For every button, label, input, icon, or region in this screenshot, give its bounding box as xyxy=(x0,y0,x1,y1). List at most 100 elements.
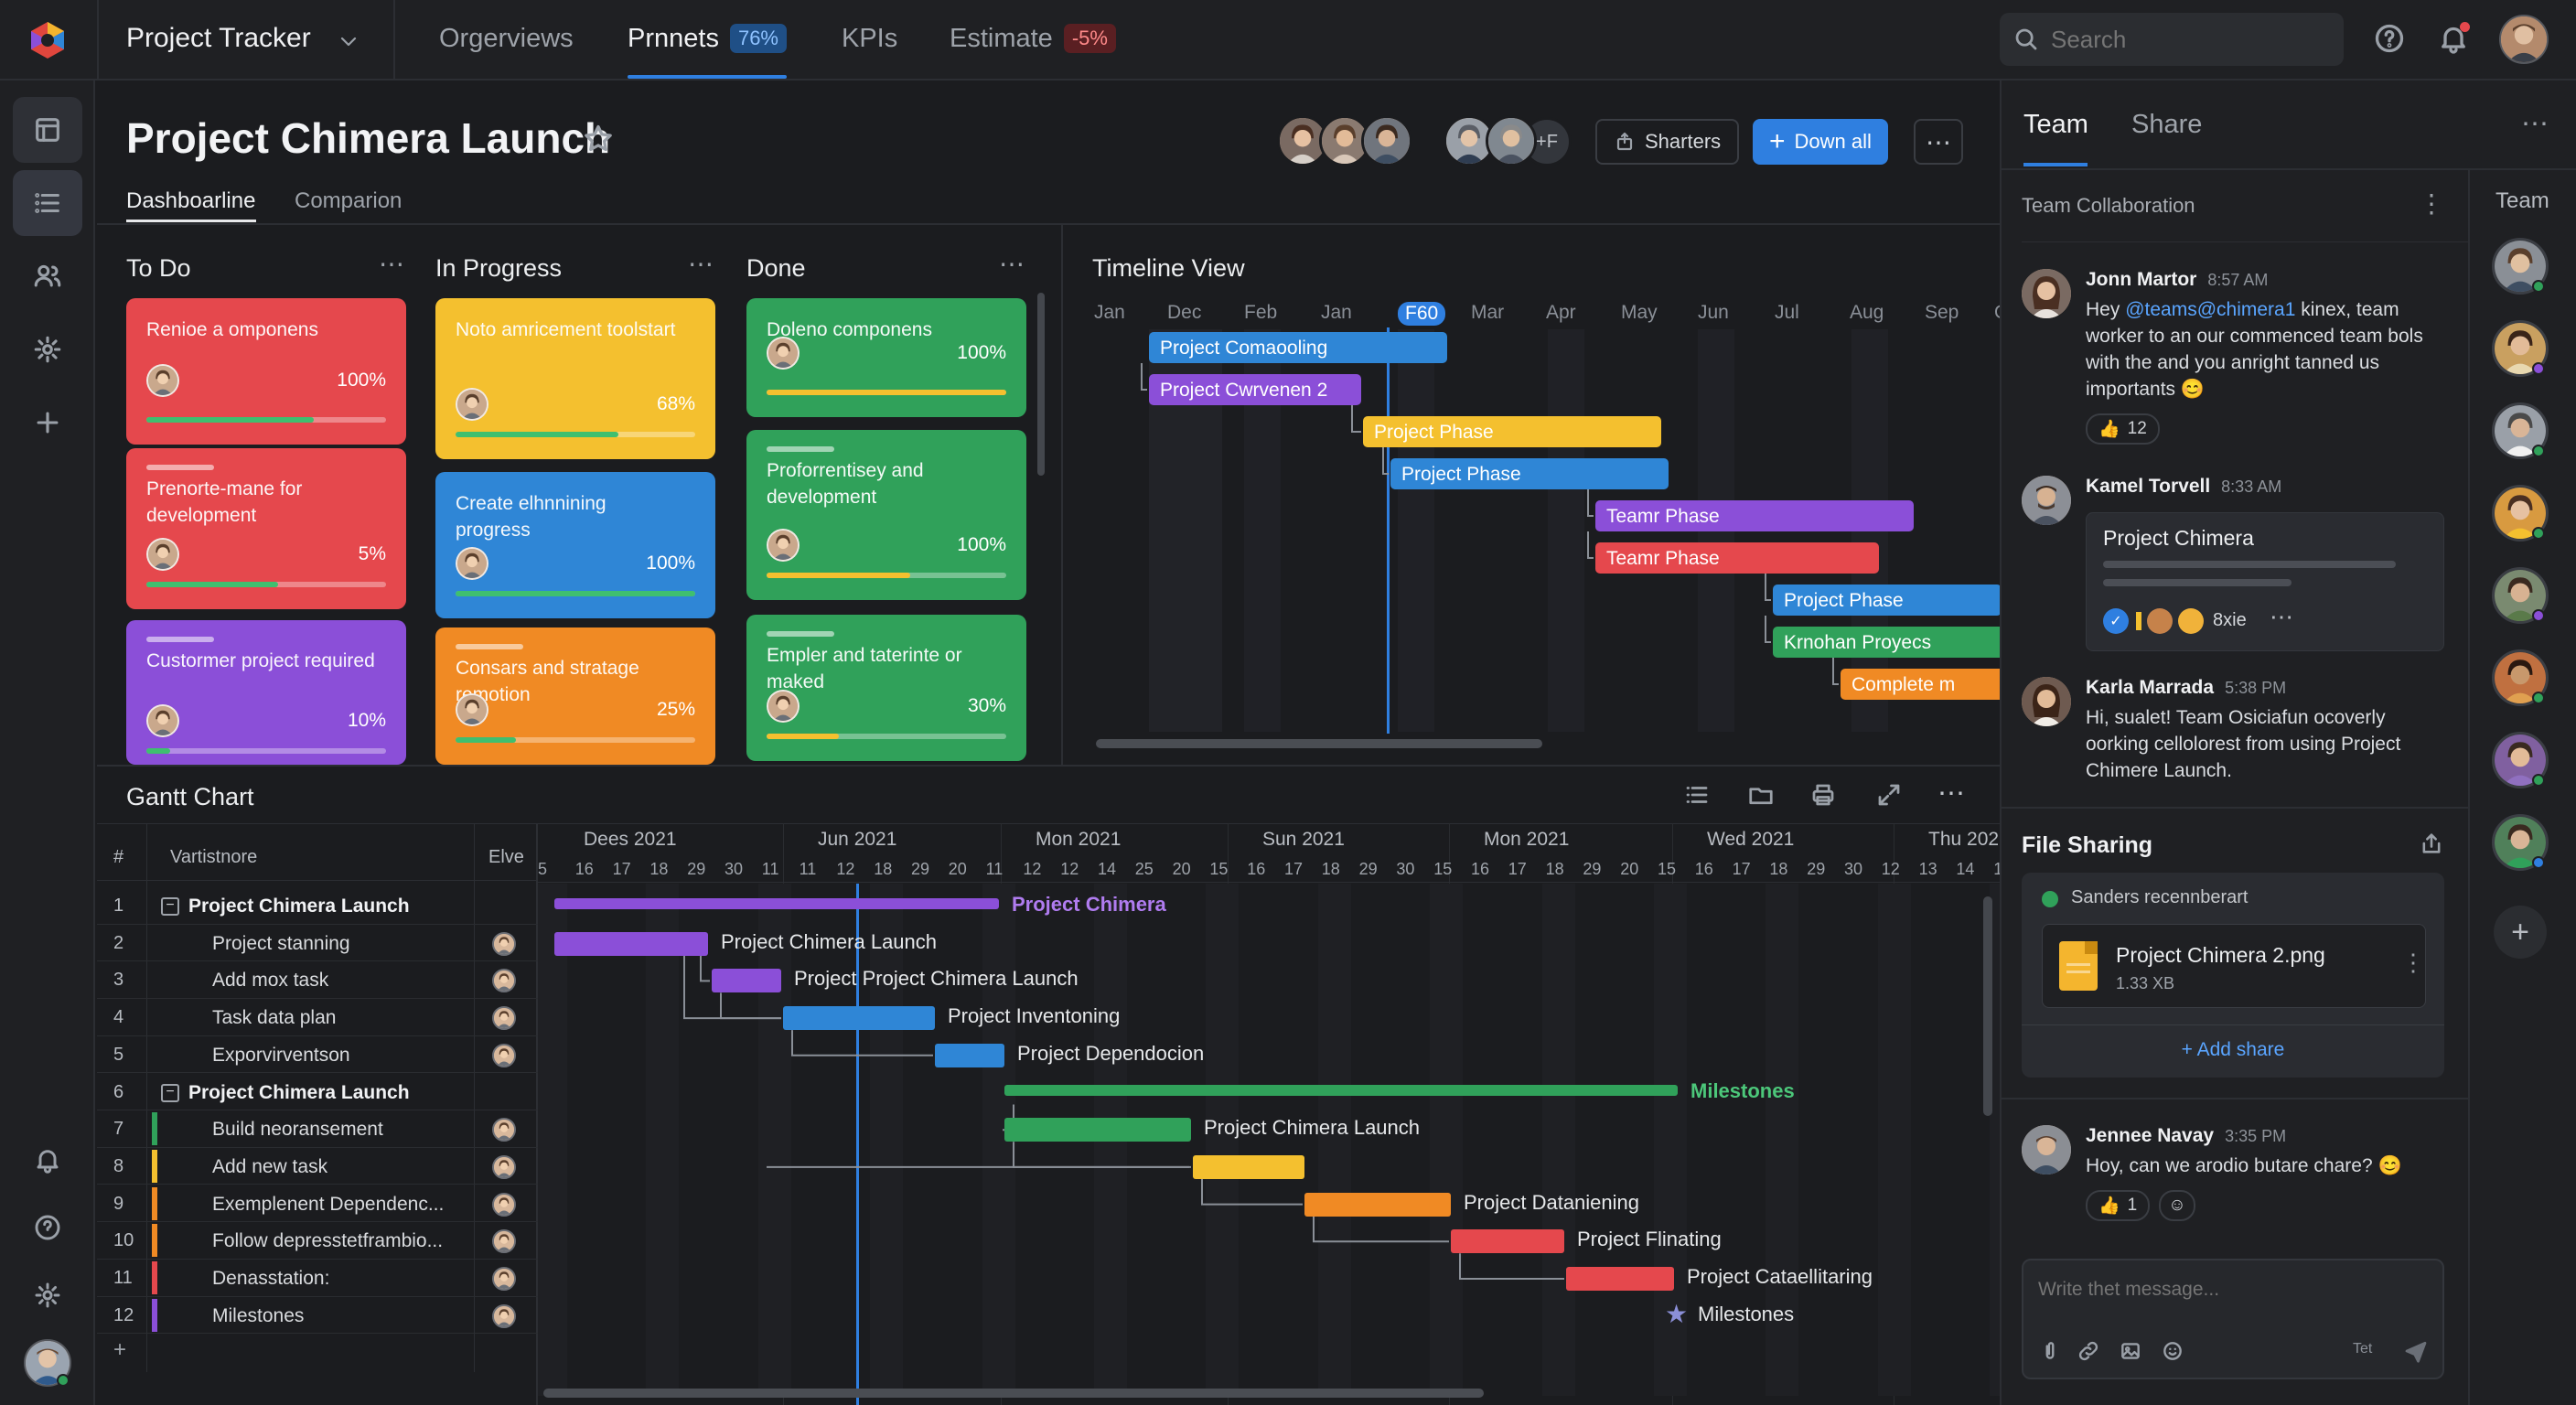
timeline-bar[interactable]: Complete m xyxy=(1841,669,2000,700)
upload-icon[interactable] xyxy=(2419,831,2444,856)
table-row[interactable]: 2 Project stanning xyxy=(97,925,538,962)
rail-add-button[interactable] xyxy=(13,390,82,456)
gantt-task-bar[interactable] xyxy=(1004,1118,1191,1142)
col-name-header[interactable]: Vartistnore xyxy=(170,847,257,868)
gantt-task-bar[interactable] xyxy=(554,931,708,956)
link-icon[interactable] xyxy=(2077,1339,2100,1363)
milestone-star-icon[interactable]: ★ xyxy=(1665,1299,1688,1329)
rail-bell-icon[interactable] xyxy=(13,1127,82,1193)
gantt-v-scrollbar[interactable] xyxy=(1983,896,1992,1116)
mention-link[interactable]: @teams@chimera1 xyxy=(2125,299,2295,320)
list-view-icon[interactable] xyxy=(1683,781,1711,809)
gantt-task-bar[interactable] xyxy=(1304,1192,1451,1217)
download-all-button[interactable]: + Down all xyxy=(1753,119,1888,165)
message-input[interactable] xyxy=(2038,1273,2422,1306)
timeline-bar[interactable]: Project Phase xyxy=(1363,416,1661,447)
share-button[interactable]: Sharters xyxy=(1595,119,1740,165)
table-row[interactable]: 7 Build neoransement xyxy=(97,1110,538,1148)
tab-share[interactable]: Share xyxy=(2131,110,2202,140)
task-card[interactable]: Create elhnnining progress 100% xyxy=(435,472,715,618)
timeline-bar[interactable]: Project Phase xyxy=(1390,458,1669,489)
gantt-task-bar[interactable] xyxy=(1566,1267,1674,1291)
table-row[interactable]: 3 Add mox task xyxy=(97,961,538,999)
expand-icon[interactable] xyxy=(1875,781,1903,809)
task-card[interactable]: Prenorte-mane for development 5% xyxy=(126,448,406,609)
table-row[interactable]: 8 Add new task xyxy=(97,1148,538,1185)
rail-board-button[interactable] xyxy=(13,97,82,163)
shared-card[interactable]: Project Chimera ✓ 8xie ⋯ xyxy=(2086,512,2444,651)
task-card[interactable]: Custormer project required 10% xyxy=(126,620,406,765)
table-row[interactable]: 5 Exporvirventson xyxy=(97,1036,538,1074)
column-menu-icon[interactable]: ⋯ xyxy=(999,249,1025,279)
table-row[interactable]: 6 − Project Chimera Launch xyxy=(97,1074,538,1110)
column-menu-icon[interactable]: ⋯ xyxy=(688,249,714,279)
rail-settings-button[interactable] xyxy=(13,316,82,382)
rail-gear-icon[interactable] xyxy=(13,1262,82,1328)
user-avatar[interactable] xyxy=(2499,15,2549,64)
collapse-icon[interactable]: − xyxy=(161,1083,179,1102)
gantt-task-bar[interactable] xyxy=(712,969,781,993)
kanban-scrollbar[interactable] xyxy=(1037,293,1045,476)
table-row[interactable]: 9 Exemplenent Dependenc... xyxy=(97,1185,538,1223)
help-icon[interactable] xyxy=(2373,22,2406,55)
more-options-icon[interactable]: ⋯ xyxy=(1914,119,1963,165)
gantt-summary-bar[interactable] xyxy=(1004,1084,1678,1096)
task-card[interactable]: Noto amricement toolstart 68% xyxy=(435,298,715,459)
rail-users-button[interactable] xyxy=(13,243,82,309)
notification-bell-icon[interactable] xyxy=(2437,22,2470,55)
table-row[interactable]: 4 Task data plan xyxy=(97,999,538,1036)
tab-estimate[interactable]: Estimate -5% xyxy=(950,24,1116,54)
search-input[interactable] xyxy=(2051,22,2325,57)
search-box[interactable] xyxy=(2000,13,2344,66)
send-icon[interactable] xyxy=(2402,1337,2430,1365)
chevron-down-icon[interactable] xyxy=(335,27,362,55)
tab-projects[interactable]: Prnnets 76% xyxy=(628,24,787,54)
column-menu-icon[interactable]: ⋯ xyxy=(379,249,404,279)
app-title[interactable]: Project Tracker xyxy=(126,23,311,54)
gantt-task-bar[interactable] xyxy=(935,1043,1004,1067)
folder-icon[interactable] xyxy=(1747,781,1775,809)
timeline-bar[interactable]: Project Phase xyxy=(1773,585,2000,616)
timeline-bar[interactable]: Project Comaooling xyxy=(1149,332,1447,363)
timeline-bar[interactable]: Krnohan Proyecs xyxy=(1773,627,2000,658)
add-row-button[interactable]: + xyxy=(113,1337,126,1363)
card-more-icon[interactable]: ⋯ xyxy=(2270,603,2293,631)
task-card[interactable]: Doleno componens 100% xyxy=(746,298,1026,417)
task-card[interactable]: Renioe a omponens 100% xyxy=(126,298,406,445)
thumbs-up-reaction[interactable]: 👍 12 xyxy=(2086,413,2160,445)
task-card[interactable]: Empler and taterinte or maked 30% xyxy=(746,615,1026,761)
table-row[interactable]: 10 Follow depresstetframbio... xyxy=(97,1222,538,1260)
timeline-scrollbar[interactable] xyxy=(1096,739,1542,748)
tab-overviews[interactable]: Orgerviews xyxy=(439,24,574,54)
rail-list-button[interactable] xyxy=(13,170,82,236)
app-logo-icon[interactable] xyxy=(27,20,68,60)
gantt-task-bar[interactable] xyxy=(783,1006,935,1031)
timeline-bar[interactable]: Teamr Phase xyxy=(1595,542,1879,574)
tab-kpis[interactable]: KPIs xyxy=(842,24,897,54)
file-menu-icon[interactable]: ⋮ xyxy=(2401,949,2425,977)
timeline-bar[interactable]: Teamr Phase xyxy=(1595,500,1914,531)
emoji-icon[interactable] xyxy=(2161,1339,2184,1363)
gantt-task-bar[interactable] xyxy=(1193,1154,1304,1179)
member-avatar[interactable] xyxy=(1486,115,1537,166)
add-share-button[interactable]: + Add share xyxy=(2022,1039,2444,1061)
image-icon[interactable] xyxy=(2119,1339,2142,1363)
add-reaction-icon[interactable]: ☺ xyxy=(2159,1190,2195,1221)
table-row[interactable]: 11 Denasstation: xyxy=(97,1260,538,1297)
add-member-button[interactable]: + xyxy=(2494,906,2547,959)
collapse-icon[interactable]: − xyxy=(161,897,179,916)
print-icon[interactable] xyxy=(1809,781,1837,809)
gantt-task-bar[interactable] xyxy=(1451,1229,1564,1254)
task-card[interactable]: Consars and stratage remotion 25% xyxy=(435,627,715,765)
timeline-bar[interactable]: Project Cwrvenen 2 xyxy=(1149,374,1361,405)
task-card[interactable]: Proforrentisey and development 100% xyxy=(746,430,1026,600)
gantt-h-scrollbar[interactable] xyxy=(543,1389,1484,1398)
gantt-more-icon[interactable]: ⋯ xyxy=(1937,778,1965,810)
format-toggle[interactable]: Tet xyxy=(2353,1341,2372,1357)
section-menu-icon[interactable]: ⋮ xyxy=(2419,188,2444,219)
col-elve-header[interactable]: Elve xyxy=(488,847,524,868)
right-panel-more-icon[interactable]: ⋯ xyxy=(2521,108,2549,140)
thumbs-up-reaction[interactable]: 👍 1 xyxy=(2086,1190,2151,1221)
member-avatar[interactable] xyxy=(1361,115,1412,166)
file-item[interactable]: Project Chimera 2.png 1.33 XB ⋮ xyxy=(2042,924,2426,1008)
